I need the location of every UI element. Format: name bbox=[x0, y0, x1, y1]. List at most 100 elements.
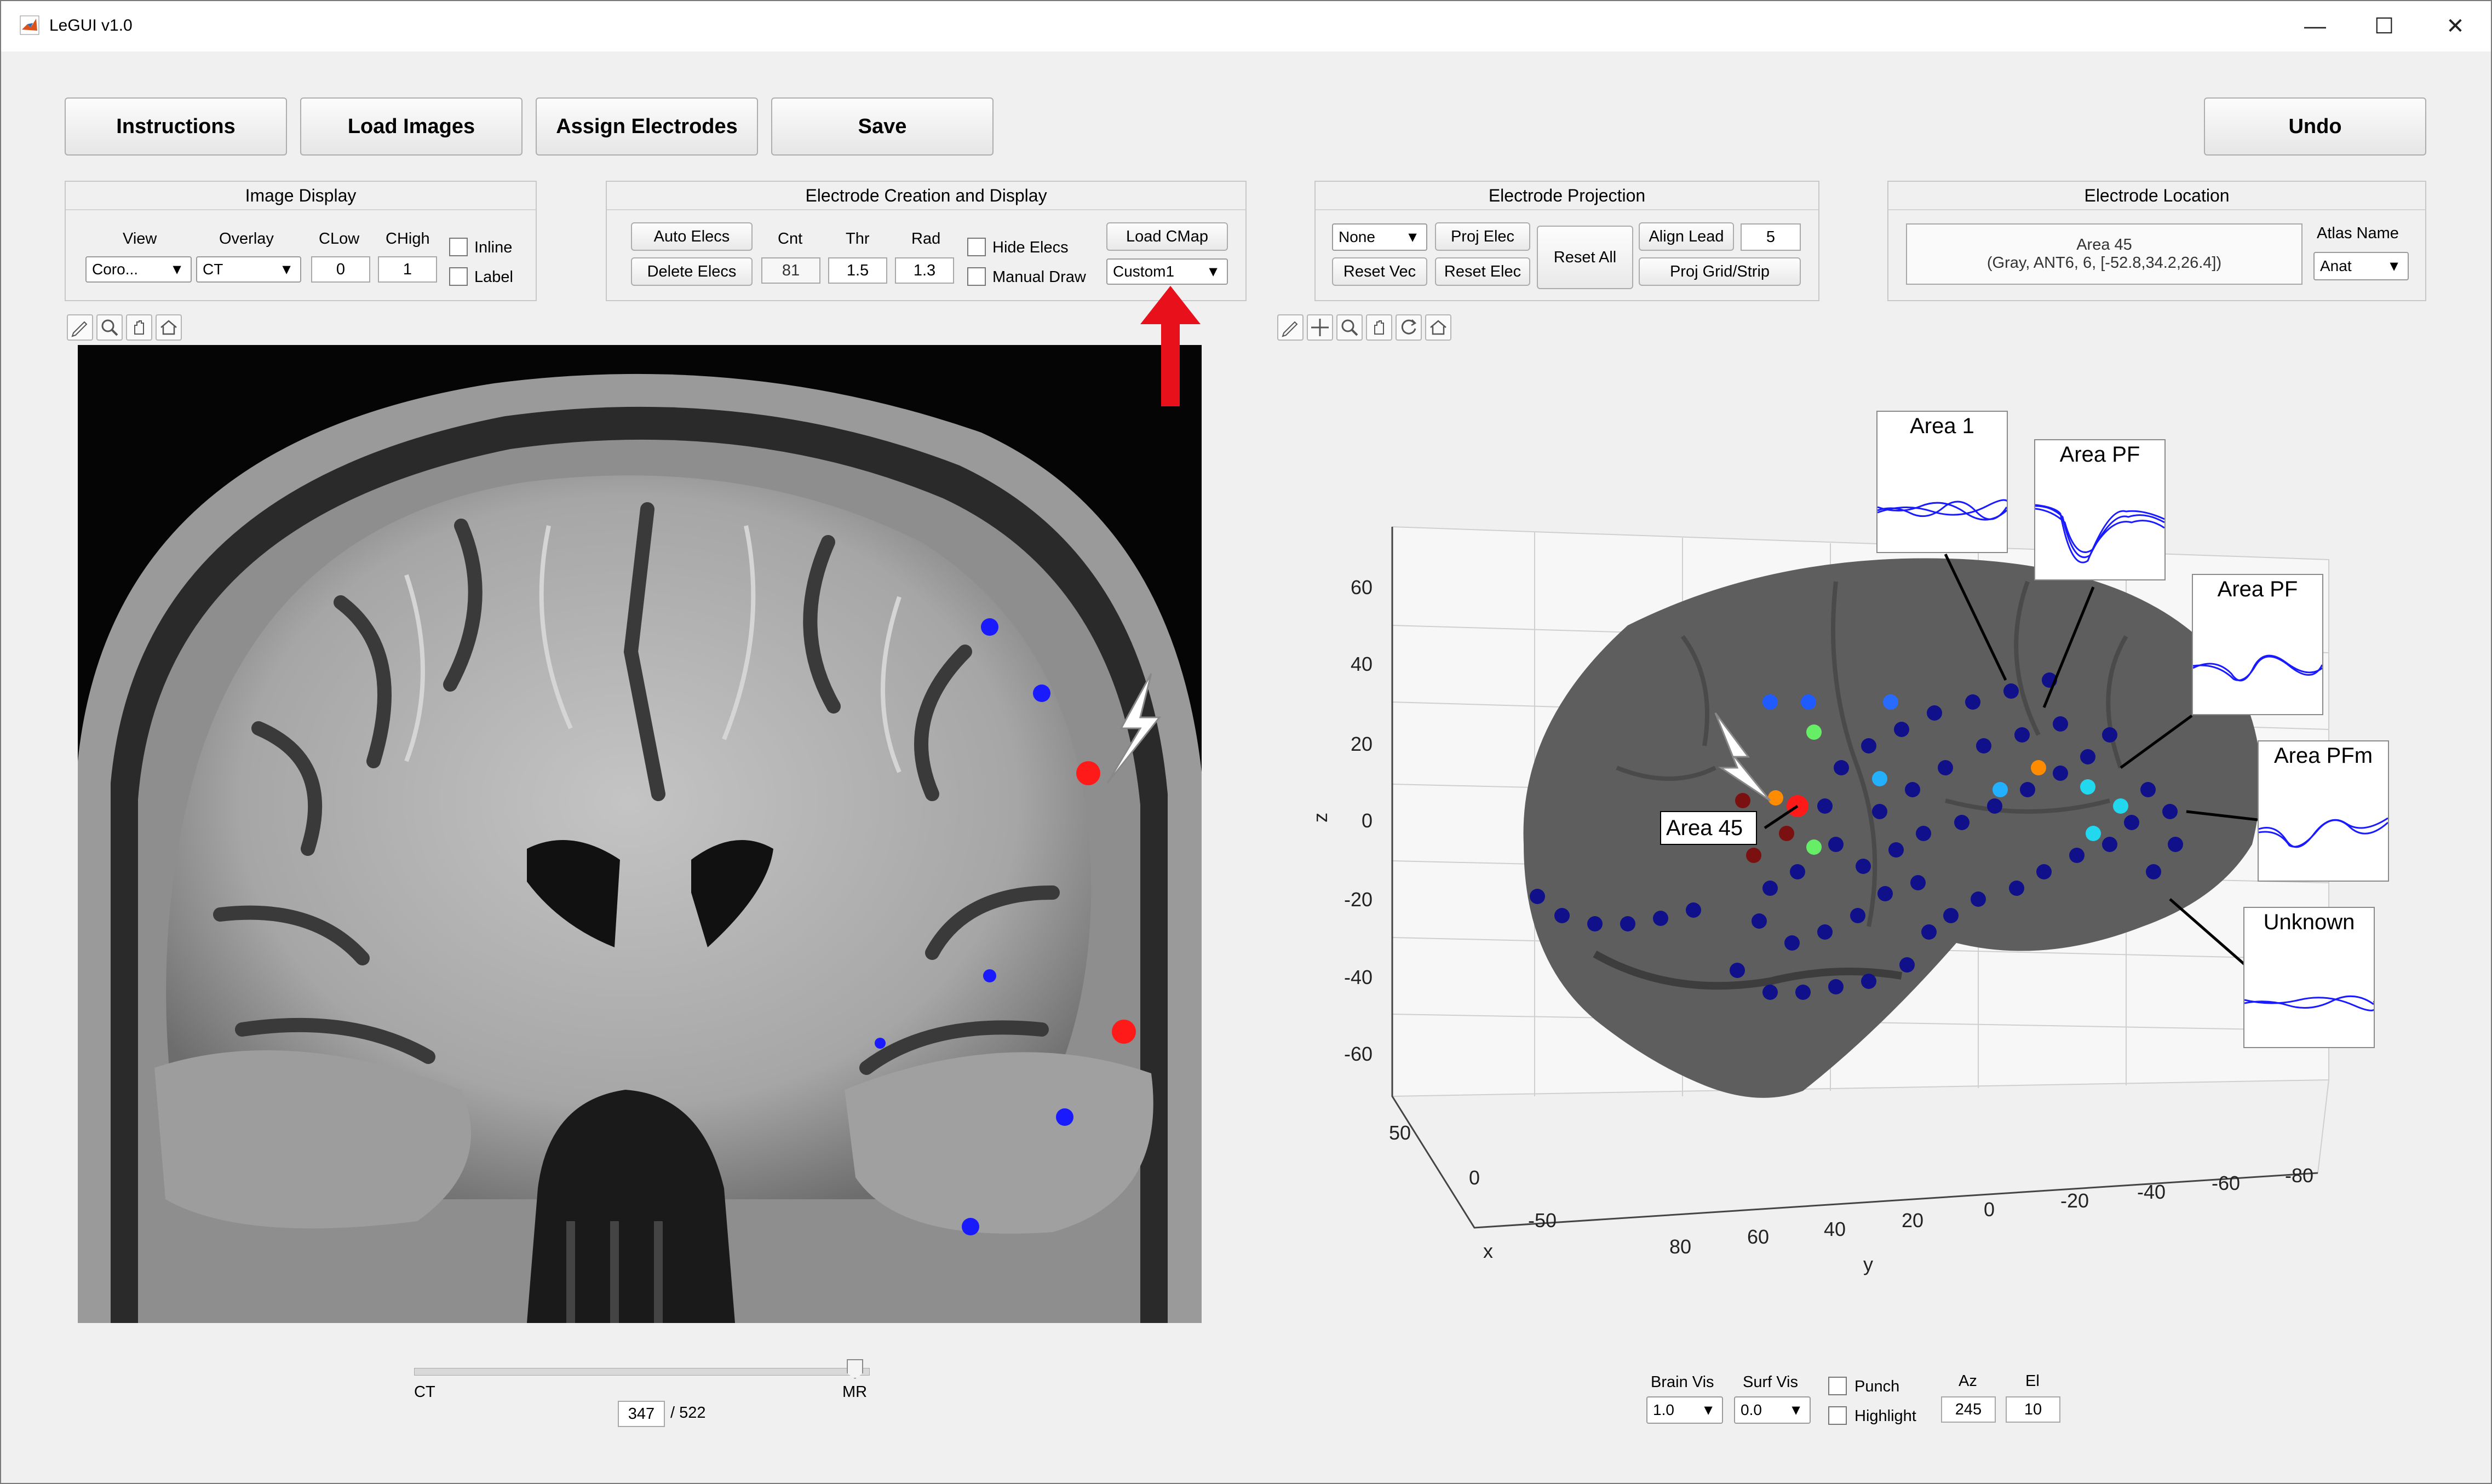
y-tick: 40 bbox=[1824, 1218, 1846, 1240]
proj-grid-strip-button[interactable]: Proj Grid/Strip bbox=[1639, 257, 1801, 286]
chigh-label: CHigh bbox=[386, 230, 430, 248]
rotate-icon[interactable] bbox=[1396, 314, 1422, 341]
maximize-button[interactable]: ☐ bbox=[2359, 11, 2409, 42]
pan-icon[interactable] bbox=[126, 314, 152, 341]
close-button[interactable]: ✕ bbox=[2431, 11, 2480, 42]
application-window: LeGUI v1.0 — ☐ ✕ Instructions Load Image… bbox=[0, 0, 2492, 1484]
load-cmap-button[interactable]: Load CMap bbox=[1106, 222, 1228, 251]
slider-right-label: MR bbox=[842, 1383, 868, 1401]
electrode-location-display: Area 45 (Gray, ANT6, 6, [-52.8,34.2,26.4… bbox=[1906, 223, 2302, 285]
overlay-dropdown[interactable]: CT ▼ bbox=[196, 256, 301, 283]
datacursor-icon[interactable] bbox=[1307, 314, 1333, 341]
matlab-logo-icon bbox=[20, 15, 39, 35]
image-display-panel: Image Display View Coro... ▼ Overlay CT ▼ … bbox=[65, 181, 537, 301]
edit-plot-icon[interactable] bbox=[1277, 314, 1304, 341]
zoom-icon[interactable] bbox=[1336, 314, 1363, 341]
punch-checkbox[interactable] bbox=[1828, 1377, 1847, 1395]
assign-electrodes-button[interactable]: Assign Electrodes bbox=[536, 97, 758, 156]
rad-input[interactable]: 1.3 bbox=[895, 257, 954, 284]
home-icon[interactable] bbox=[1425, 314, 1451, 341]
cmap-value: Custom1 bbox=[1113, 263, 1175, 280]
label-label: Label bbox=[474, 268, 513, 286]
slice-number-input[interactable]: 347 bbox=[618, 1401, 665, 1427]
y-tick: 20 bbox=[1902, 1209, 1924, 1232]
az-label: Az bbox=[1959, 1372, 1977, 1390]
inset-title: Area PF bbox=[2059, 442, 2140, 467]
hide-elecs-checkbox[interactable] bbox=[967, 238, 986, 256]
az-input[interactable]: 245 bbox=[1941, 1396, 1996, 1423]
brain-vis-label: Brain Vis bbox=[1651, 1373, 1714, 1391]
highlight-checkbox[interactable] bbox=[1828, 1406, 1847, 1425]
edit-plot-icon[interactable] bbox=[67, 314, 93, 341]
highlight-label: Highlight bbox=[1854, 1407, 1916, 1425]
z-tick: 60 bbox=[1351, 576, 1373, 599]
rad-label: Rad bbox=[911, 230, 941, 248]
inset-title: Unknown bbox=[2263, 910, 2355, 934]
atlas-dropdown[interactable]: Anat ▼ bbox=[2313, 252, 2409, 280]
y-tick: 0 bbox=[1984, 1198, 1995, 1221]
window-title: LeGUI v1.0 bbox=[49, 16, 133, 34]
pan-icon[interactable] bbox=[1366, 314, 1392, 341]
inset-title: Area 1 bbox=[1910, 414, 1974, 438]
slice-slider-track[interactable] bbox=[414, 1368, 870, 1376]
arrow-up-icon bbox=[1140, 286, 1201, 406]
thr-label: Thr bbox=[846, 230, 870, 248]
instructions-button[interactable]: Instructions bbox=[65, 97, 287, 156]
minimize-button[interactable]: — bbox=[2290, 11, 2340, 42]
align-lead-input[interactable]: 5 bbox=[1741, 223, 1801, 251]
brain-vis-value: 1.0 bbox=[1653, 1401, 1674, 1418]
home-icon[interactable] bbox=[156, 314, 182, 341]
inline-checkbox[interactable] bbox=[449, 238, 468, 256]
panel-title: Image Display bbox=[66, 182, 536, 210]
vector-dropdown[interactable]: None ▼ bbox=[1332, 223, 1427, 251]
view-label: View bbox=[123, 230, 157, 248]
x-tick: 0 bbox=[1469, 1166, 1480, 1189]
waveform-inset: Area PF bbox=[2192, 574, 2323, 715]
save-button[interactable]: Save bbox=[771, 97, 994, 156]
auto-elecs-button[interactable]: Auto Elecs bbox=[631, 222, 753, 251]
brain-3d-plot[interactable] bbox=[1288, 352, 2416, 1332]
overlay-label: Overlay bbox=[219, 230, 274, 248]
waveform-inset: Area PFm bbox=[2258, 740, 2389, 882]
reset-all-button[interactable]: Reset All bbox=[1537, 226, 1633, 289]
chigh-input[interactable]: 1 bbox=[378, 256, 437, 283]
z-tick: 20 bbox=[1351, 733, 1373, 755]
clow-label: CLow bbox=[319, 230, 360, 248]
electrode-projection-panel: Electrode Projection None ▼ Proj Elec Res… bbox=[1314, 181, 1819, 301]
load-images-button[interactable]: Load Images bbox=[300, 97, 522, 156]
y-tick: 60 bbox=[1747, 1226, 1770, 1248]
proj-elec-button[interactable]: Proj Elec bbox=[1435, 222, 1530, 251]
slice-total: / 522 bbox=[670, 1404, 706, 1422]
chevron-down-icon: ▼ bbox=[1789, 1401, 1803, 1418]
vector-value: None bbox=[1339, 228, 1375, 245]
label-checkbox[interactable] bbox=[449, 267, 468, 286]
manual-draw-checkbox[interactable] bbox=[967, 267, 986, 286]
chevron-down-icon: ▼ bbox=[1206, 263, 1220, 280]
align-lead-button[interactable]: Align Lead bbox=[1639, 222, 1734, 251]
surf-vis-dropdown[interactable]: 0.0 ▼ bbox=[1734, 1396, 1811, 1424]
area-detail: (Gray, ANT6, 6, [-52.8,34.2,26.4]) bbox=[1986, 254, 2222, 272]
reset-elec-button[interactable]: Reset Elec bbox=[1435, 257, 1530, 286]
view-value: Coro... bbox=[92, 261, 139, 278]
z-tick: 0 bbox=[1362, 809, 1373, 832]
panel-title: Electrode Location bbox=[1888, 182, 2425, 210]
reset-vec-button[interactable]: Reset Vec bbox=[1332, 257, 1427, 286]
thr-input[interactable]: 1.5 bbox=[828, 257, 887, 284]
chevron-down-icon: ▼ bbox=[1405, 228, 1420, 245]
z-axis-label: z bbox=[1309, 813, 1331, 822]
cnt-value: 81 bbox=[761, 257, 820, 284]
cmap-dropdown[interactable]: Custom1 ▼ bbox=[1106, 258, 1228, 285]
brain-vis-dropdown[interactable]: 1.0 ▼ bbox=[1646, 1396, 1723, 1424]
chevron-down-icon: ▼ bbox=[170, 261, 184, 278]
clow-input[interactable]: 0 bbox=[311, 256, 370, 283]
view-dropdown[interactable]: Coro... ▼ bbox=[85, 256, 192, 283]
mri-slice-view[interactable] bbox=[78, 345, 1202, 1323]
el-input[interactable]: 10 bbox=[2006, 1396, 2060, 1423]
undo-button[interactable]: Undo bbox=[2204, 97, 2426, 156]
delete-elecs-button[interactable]: Delete Elecs bbox=[631, 257, 753, 286]
inline-label: Inline bbox=[474, 239, 513, 256]
zoom-icon[interactable] bbox=[96, 314, 123, 341]
waveform-inset: Area 1 bbox=[1876, 411, 2008, 553]
slice-slider-thumb[interactable] bbox=[847, 1359, 864, 1379]
panel-title: Electrode Projection bbox=[1316, 182, 1818, 210]
